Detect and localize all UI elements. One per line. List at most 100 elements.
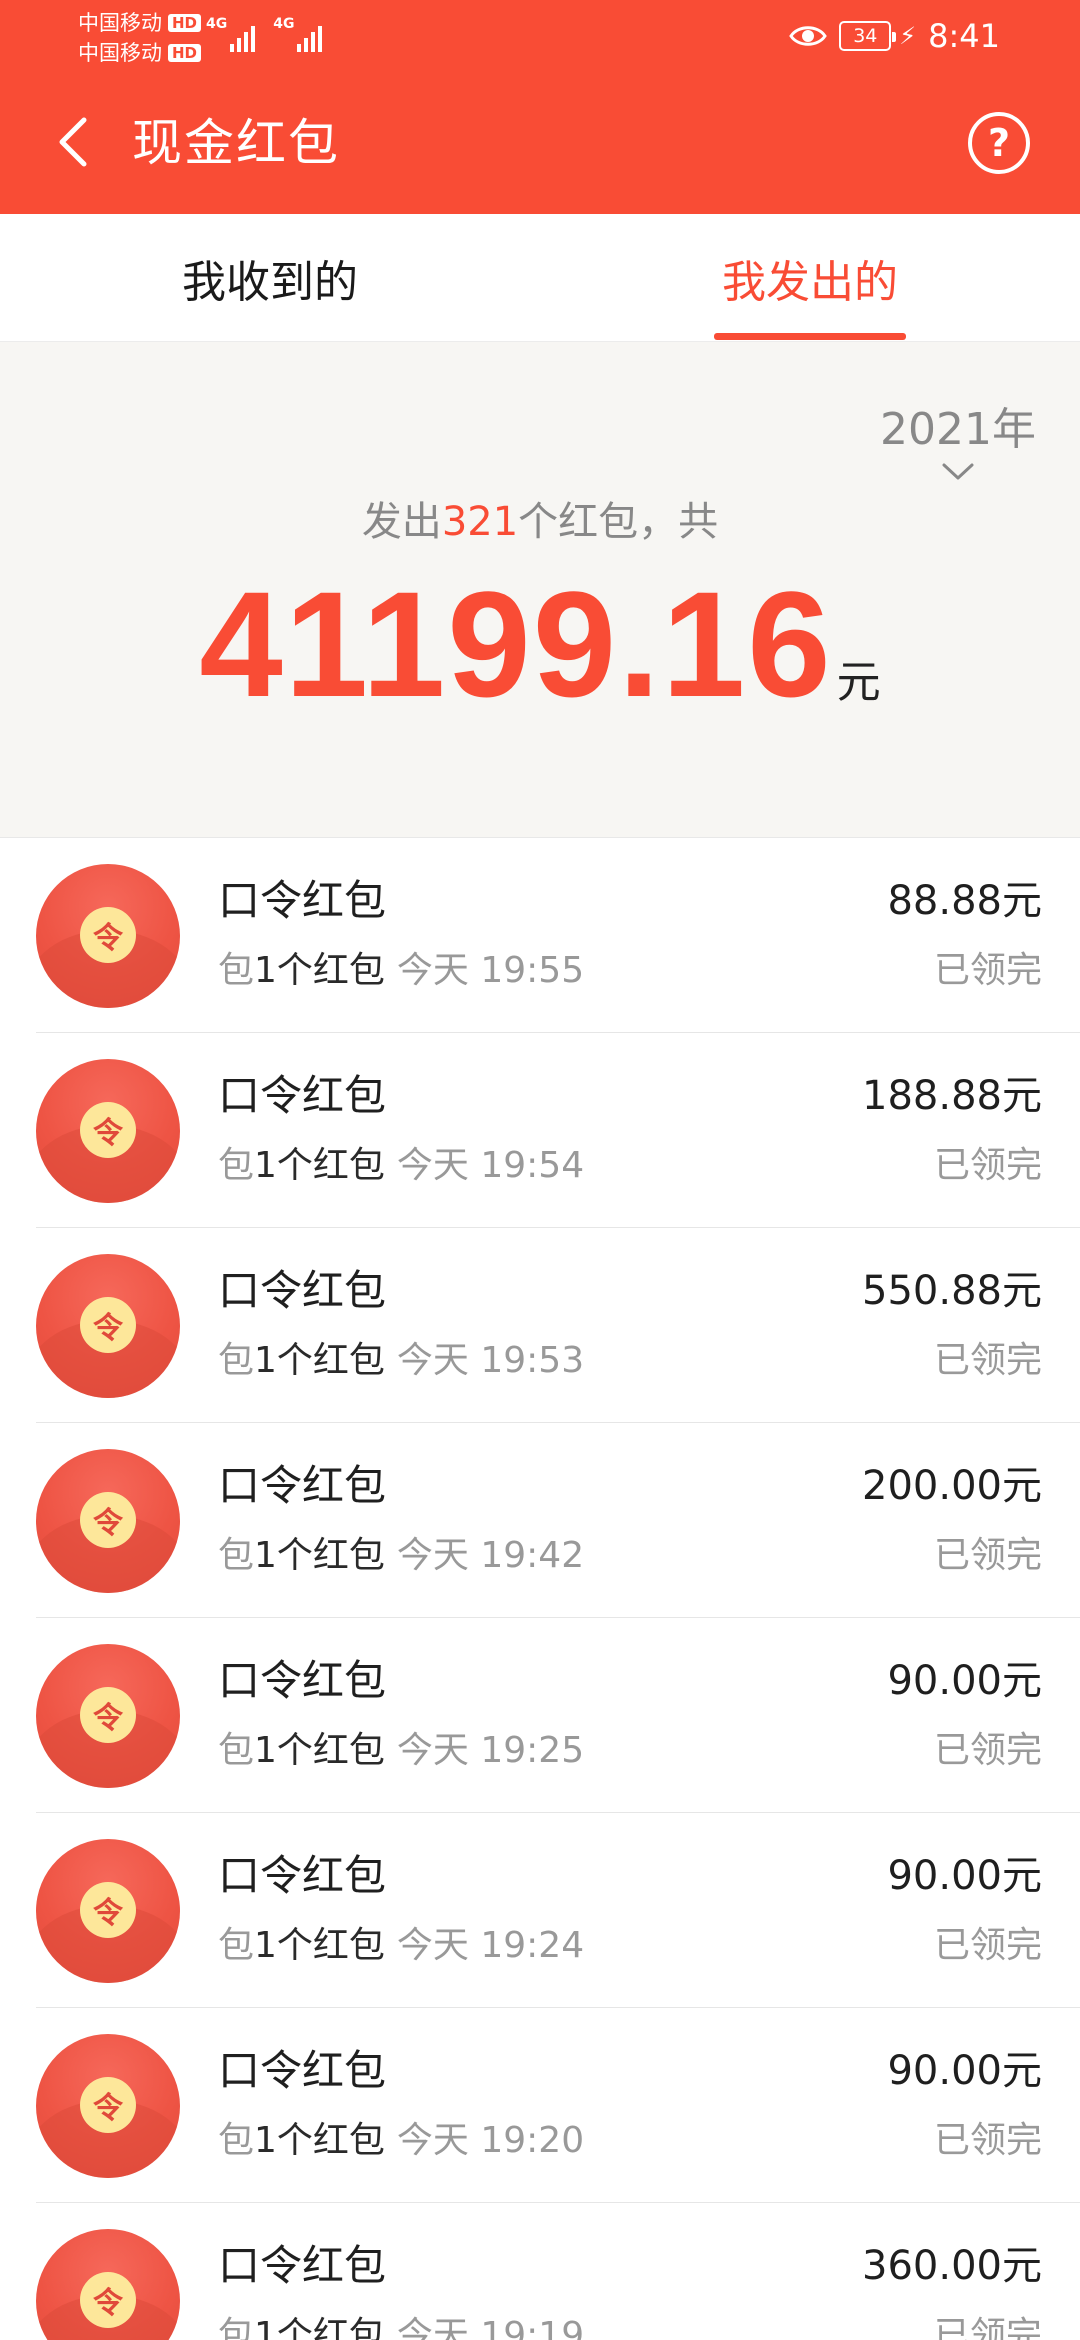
- hd-badge-1: HD: [168, 14, 202, 32]
- record-title: 口令红包: [218, 1461, 387, 1510]
- eye-icon: [789, 23, 828, 49]
- record-subtitle: 包1个红包 今天 19:20: [218, 2116, 584, 2166]
- record-amount: 88.88元: [887, 878, 1042, 924]
- record-amount: 90.00元: [887, 1853, 1042, 1899]
- active-tab-indicator: [714, 333, 906, 340]
- record-pkg: 包: [218, 1145, 255, 1186]
- chevron-down-icon: [942, 463, 974, 480]
- help-button[interactable]: ?: [968, 112, 1030, 174]
- record-title: 口令红包: [218, 2046, 387, 2095]
- record-pkg: 包: [218, 1925, 255, 1966]
- page: 中国移动 HD 中国移动 HD 4G 4G 34 ⚡ 8:41 现金红包 ? 我…: [0, 0, 1080, 2340]
- red-envelope-icon: 令: [36, 1254, 180, 1398]
- back-button[interactable]: [36, 102, 108, 182]
- tab-received[interactable]: 我收到的: [120, 214, 420, 342]
- record-pkg-count: 1个红包: [254, 1535, 385, 1576]
- red-envelope-icon: 令: [36, 2229, 180, 2340]
- record-title: 口令红包: [218, 1071, 387, 1120]
- list-item[interactable]: 令 口令红包 包1个红包 今天 19:20 90.00元 已领完: [0, 2008, 1080, 2203]
- record-pkg: 包: [218, 2120, 255, 2161]
- status-bar: 中国移动 HD 中国移动 HD 4G 4G 34 ⚡ 8:41: [0, 0, 1080, 72]
- record-amount: 90.00元: [887, 2048, 1042, 2094]
- record-pkg-count: 1个红包: [254, 950, 385, 991]
- record-subtitle: 包1个红包 今天 19:53: [218, 1336, 584, 1386]
- red-envelope-icon: 令: [36, 1059, 180, 1203]
- record-status: 已领完: [933, 1145, 1042, 1186]
- record-pkg: 包: [218, 950, 255, 991]
- record-amount: 188.88元: [862, 1073, 1042, 1119]
- app-header: 中国移动 HD 中国移动 HD 4G 4G 34 ⚡ 8:41 现金红包 ?: [0, 0, 1080, 214]
- question-icon: ?: [987, 121, 1011, 165]
- total-amount: 41199.16: [199, 560, 833, 728]
- record-status: 已领完: [933, 950, 1042, 991]
- record-status: 已领完: [933, 2120, 1042, 2161]
- record-status: 已领完: [933, 1925, 1042, 1966]
- charging-bolt-icon: ⚡: [899, 22, 917, 50]
- hd-badge-2: HD: [168, 44, 202, 62]
- list-item[interactable]: 令 口令红包 包1个红包 今天 19:19 360.00元 已领完: [0, 2203, 1080, 2340]
- envelope-seal: 令: [80, 1297, 136, 1353]
- envelope-seal: 令: [80, 1882, 136, 1938]
- envelope-seal: 令: [80, 1687, 136, 1743]
- record-status: 已领完: [933, 1535, 1042, 1576]
- tab-bar: 我收到的 我发出的: [0, 214, 1080, 342]
- record-pkg-count: 1个红包: [254, 2120, 385, 2161]
- envelope-seal: 令: [80, 1102, 136, 1158]
- total-unit: 元: [836, 657, 881, 708]
- record-pkg: 包: [218, 2315, 255, 2340]
- summary-panel: 2021年 发出321个红包，共 41199.16 元: [0, 342, 1080, 838]
- record-title: 口令红包: [218, 1851, 387, 1900]
- list-item[interactable]: 令 口令红包 包1个红包 今天 19:42 200.00元 已领完: [0, 1423, 1080, 1618]
- record-time: 今天 19:42: [396, 1535, 585, 1576]
- carrier-name-1: 中国移动: [78, 11, 162, 35]
- record-time: 今天 19:20: [396, 2120, 585, 2161]
- record-pkg-count: 1个红包: [254, 1925, 385, 1966]
- red-envelope-icon: 令: [36, 1449, 180, 1593]
- back-arrow-icon: [59, 117, 87, 167]
- network-type-1: 4G: [206, 16, 228, 32]
- page-title: 现金红包: [132, 114, 340, 172]
- record-title: 口令红包: [218, 1266, 387, 1315]
- year-selector[interactable]: 2021年: [860, 404, 1056, 504]
- red-envelope-icon: 令: [36, 2034, 180, 2178]
- list-item[interactable]: 令 口令红包 包1个红包 今天 19:55 88.88元 已领完: [0, 838, 1080, 1033]
- signal-1-icon: 4G: [206, 16, 256, 52]
- record-time: 今天 19:25: [396, 1730, 585, 1771]
- record-title: 口令红包: [218, 876, 387, 925]
- record-pkg-count: 1个红包: [254, 2315, 385, 2340]
- red-envelope-icon: 令: [36, 1644, 180, 1788]
- record-pkg: 包: [218, 1730, 255, 1771]
- battery-icon: 34: [839, 21, 897, 51]
- record-pkg-count: 1个红包: [254, 1145, 385, 1186]
- envelope-seal: 令: [80, 2077, 136, 2133]
- record-subtitle: 包1个红包 今天 19:42: [218, 1531, 584, 1581]
- record-amount: 90.00元: [887, 1658, 1042, 1704]
- record-pkg: 包: [218, 1340, 255, 1381]
- tab-sent[interactable]: 我发出的: [660, 214, 960, 342]
- signal-2-icon: 4G: [273, 16, 323, 52]
- envelope-seal: 令: [80, 907, 136, 963]
- record-title: 口令红包: [218, 2241, 387, 2290]
- list-item[interactable]: 令 口令红包 包1个红包 今天 19:24 90.00元 已领完: [0, 1813, 1080, 2008]
- summary-line: 发出321个红包，共: [0, 492, 1080, 552]
- record-status: 已领完: [933, 2315, 1042, 2340]
- record-pkg: 包: [218, 1535, 255, 1576]
- list-item[interactable]: 令 口令红包 包1个红包 今天 19:54 188.88元 已领完: [0, 1033, 1080, 1228]
- record-time: 今天 19:53: [396, 1340, 585, 1381]
- record-amount: 550.88元: [862, 1268, 1042, 1314]
- record-subtitle: 包1个红包 今天 19:24: [218, 1921, 584, 1971]
- record-subtitle: 包1个红包 今天 19:25: [218, 1726, 584, 1776]
- record-time: 今天 19:24: [396, 1925, 585, 1966]
- list-item[interactable]: 令 口令红包 包1个红包 今天 19:53 550.88元 已领完: [0, 1228, 1080, 1423]
- status-right: 34 ⚡ 8:41: [789, 16, 1000, 56]
- red-envelope-icon: 令: [36, 864, 180, 1008]
- envelope-seal: 令: [80, 1492, 136, 1548]
- record-pkg-count: 1个红包: [254, 1340, 385, 1381]
- envelope-seal: 令: [80, 2272, 136, 2328]
- record-time: 今天 19:19: [396, 2315, 585, 2340]
- summary-suffix: 个红包，共: [518, 499, 719, 545]
- network-type-2: 4G: [273, 16, 295, 32]
- list-item[interactable]: 令 口令红包 包1个红包 今天 19:25 90.00元 已领完: [0, 1618, 1080, 1813]
- summary-count: 321: [441, 499, 519, 545]
- nav-bar: 现金红包 ?: [0, 72, 1080, 214]
